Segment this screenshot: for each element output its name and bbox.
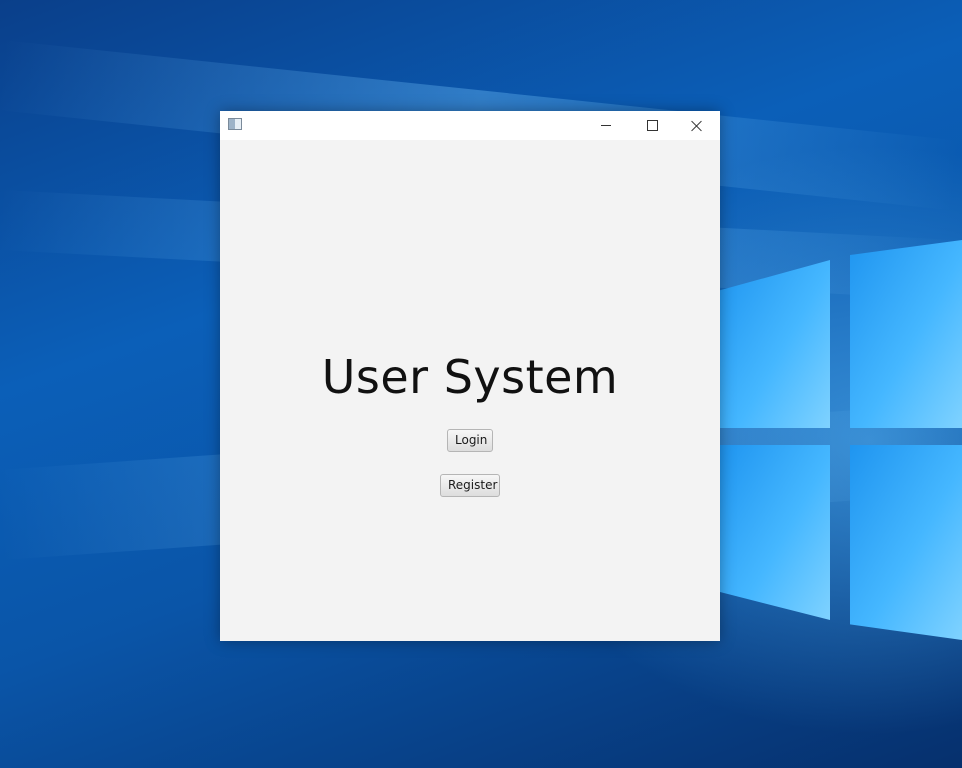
minimize-button[interactable] xyxy=(583,111,629,140)
windows-logo-pane xyxy=(720,445,830,620)
windows-logo-pane xyxy=(720,260,830,428)
windows-logo xyxy=(720,240,962,640)
close-button[interactable] xyxy=(674,111,720,140)
close-icon xyxy=(691,120,703,132)
window-titlebar[interactable] xyxy=(220,111,720,140)
app-window: User System Login Register xyxy=(220,111,720,641)
maximize-icon xyxy=(646,120,658,131)
windows-logo-pane xyxy=(850,240,962,428)
window-content: User System Login Register xyxy=(220,140,720,641)
page-title: User System xyxy=(321,350,619,404)
windows-logo-pane xyxy=(850,445,962,640)
minimize-icon xyxy=(601,125,611,126)
desktop-wallpaper: User System Login Register xyxy=(0,0,962,768)
maximize-button[interactable] xyxy=(629,111,675,140)
register-button[interactable]: Register xyxy=(440,474,500,497)
app-window-icon xyxy=(228,118,242,130)
login-button[interactable]: Login xyxy=(447,429,493,452)
